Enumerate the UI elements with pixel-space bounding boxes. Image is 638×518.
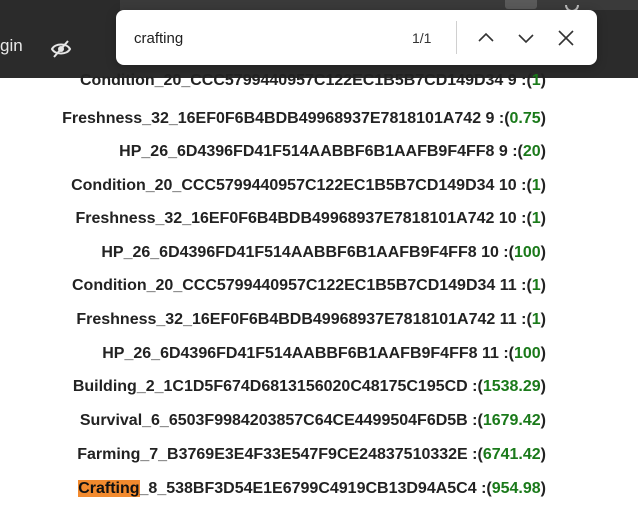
row-label: Freshness_32_16EF0F6B4BDB49968937E781810… (76, 311, 527, 328)
row-label: Condition_20_CCC5799440957C122EC1B5B7CD1… (71, 177, 527, 194)
login-link-fragment[interactable]: gin (0, 36, 23, 56)
row-value: 1 (531, 210, 541, 227)
row-label: HP_26_6D4396FD41F514AABBF6B1AAFB9F4FF8 9… (119, 143, 518, 160)
row-value: 954.98 (491, 480, 541, 497)
row-label: Building_2_1C1D5F674D6813156020C48175C19… (72, 378, 478, 395)
list-item: HP_26_6D4396FD41F514AABBF6B1AAFB9F4FF8 1… (102, 345, 546, 362)
list-item: Survival_6_6503F9984203857C64CE4499504F6… (79, 412, 546, 429)
row-label: Condition_20_CCC5799440957C122EC1B5B7CD1… (80, 72, 527, 89)
find-close-button[interactable] (552, 24, 580, 52)
row-label: HP_26_6D4396FD41F514AABBF6B1AAFB9F4FF8 1… (102, 345, 509, 362)
row-label: Farming_7_B3769E3E4F33E547F9CE2483751033… (77, 446, 478, 463)
find-match-count: 1/1 (412, 30, 432, 46)
chevron-down-icon (518, 34, 534, 44)
list-item: Freshness_32_16EF0F6B4BDB49968937E781810… (75, 210, 546, 227)
toolbar-top-strip (120, 0, 638, 10)
find-previous-button[interactable] (472, 24, 500, 52)
row-value: 1 (531, 177, 541, 194)
row-value: 1679.42 (482, 412, 541, 429)
row-label: HP_26_6D4396FD41F514AABBF6B1AAFB9F4FF8 1… (101, 244, 509, 261)
page-content: Condition_20_CCC5799440957C122EC1B5B7CD1… (0, 70, 638, 518)
row-value: 6741.42 (482, 446, 541, 463)
list-item: Building_2_1C1D5F674D6813156020C48175C19… (72, 378, 546, 395)
close-icon (558, 30, 574, 46)
settings-icon[interactable] (563, 0, 581, 12)
chevron-up-icon (478, 32, 494, 42)
list-item: HP_26_6D4396FD41F514AABBF6B1AAFB9F4FF8 9… (119, 143, 546, 160)
find-divider (456, 21, 457, 54)
list-item: HP_26_6D4396FD41F514AABBF6B1AAFB9F4FF8 1… (101, 244, 546, 261)
row-value: 1 (531, 277, 541, 294)
row-label: Condition_20_CCC5799440957C122EC1B5B7CD1… (71, 277, 527, 294)
row-label: Freshness_32_16EF0F6B4BDB49968937E781810… (62, 110, 505, 127)
find-next-button[interactable] (512, 24, 540, 52)
row-label: Freshness_32_16EF0F6B4BDB49968937E781810… (75, 210, 527, 227)
row-value: 1538.29 (482, 378, 541, 395)
list-item: Farming_7_B3769E3E4F33E547F9CE2483751033… (77, 446, 546, 463)
row-value: 100 (513, 244, 541, 261)
row-value: 0.75 (509, 110, 541, 127)
find-match-highlight: Crafting (78, 480, 140, 497)
list-item: Condition_20_CCC5799440957C122EC1B5B7CD1… (80, 72, 546, 89)
eye-slash-icon[interactable] (50, 38, 72, 60)
list-item: Crafting_8_538BF3D54E1E6799C4919CB13D94A… (78, 480, 546, 497)
row-value: 20 (522, 143, 541, 160)
row-label: Survival_6_6503F9984203857C64CE4499504F6… (79, 412, 478, 429)
list-item: Freshness_32_16EF0F6B4BDB49968937E781810… (76, 311, 546, 328)
row-value: 1 (531, 311, 541, 328)
row-label: _8_538BF3D54E1E6799C4919CB13D94A5C4 : (139, 480, 487, 497)
list-item: Condition_20_CCC5799440957C122EC1B5B7CD1… (71, 277, 546, 294)
list-item: Condition_20_CCC5799440957C122EC1B5B7CD1… (71, 177, 546, 194)
row-value: 100 (513, 345, 541, 362)
find-input[interactable] (134, 27, 394, 49)
row-value: 1 (531, 72, 541, 89)
list-item: Freshness_32_16EF0F6B4BDB49968937E781810… (62, 110, 546, 127)
extension-icon[interactable] (505, 0, 537, 9)
find-bar: 1/1 (116, 10, 597, 65)
